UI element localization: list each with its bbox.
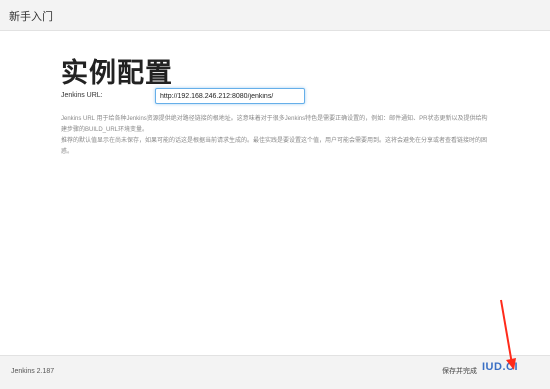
header-title: 新手入门 <box>9 11 53 23</box>
watermark-logo: IUD.CI <box>482 361 518 373</box>
version-label: Jenkins 2.187 <box>11 368 55 375</box>
save-and-finish-button[interactable]: 保存并完成 <box>436 364 483 380</box>
page-title: 实例配置 <box>61 58 173 88</box>
jenkins-url-label: Jenkins URL: <box>61 92 103 99</box>
wizard-header: 新手入门 <box>0 0 550 31</box>
jenkins-url-input[interactable] <box>155 88 305 104</box>
wizard-footer: Jenkins 2.187 保存并完成 <box>0 355 550 389</box>
help-text: Jenkins URL 用于给各种Jenkins资源提供绝对路径链接的根地址。这… <box>61 114 491 158</box>
help-paragraph-1: Jenkins URL 用于给各种Jenkins资源提供绝对路径链接的根地址。这… <box>61 116 488 133</box>
setup-panel: 实例配置 Jenkins URL: Jenkins URL 用于给各种Jenki… <box>0 31 550 355</box>
help-paragraph-2: 推荐的默认值显示在尚未保存，如果可能的话这是根据当前请求生成的。最佳实践是要设置… <box>61 138 488 155</box>
